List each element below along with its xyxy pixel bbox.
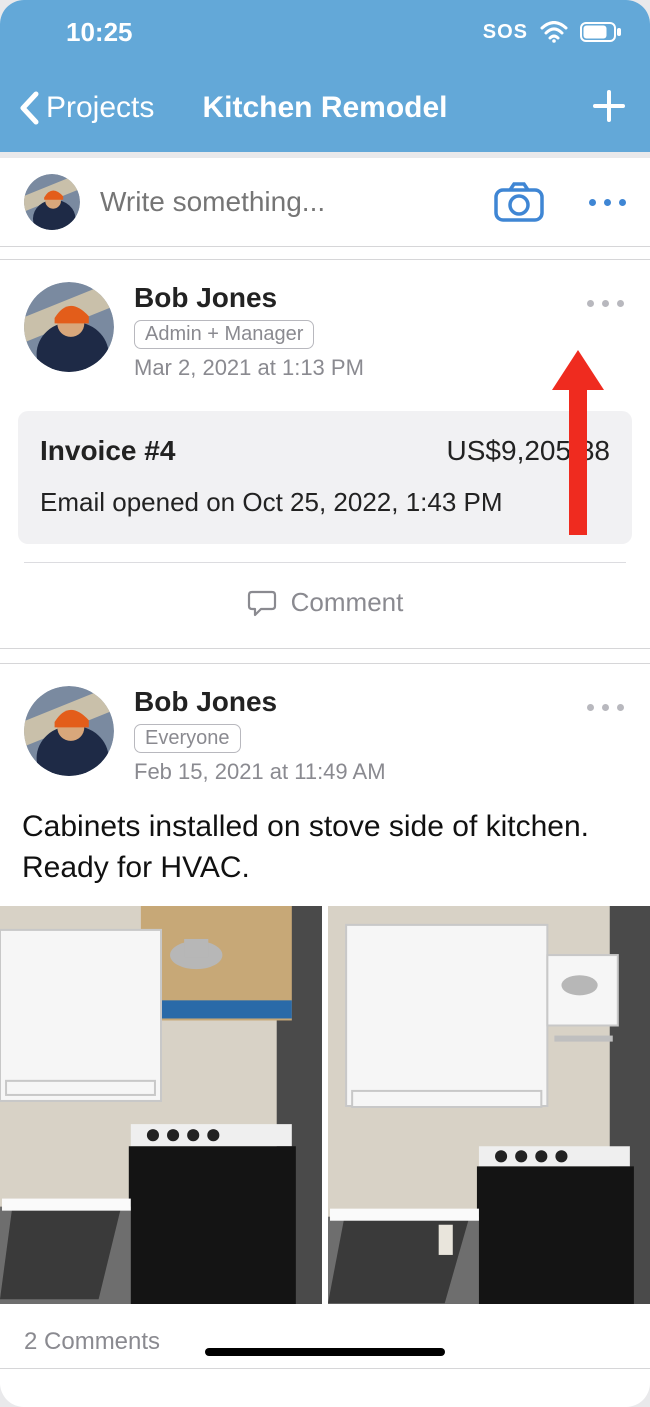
back-button[interactable]: Projects bbox=[18, 91, 154, 125]
post-header: Bob Jones Admin + Manager Mar 2, 2021 at… bbox=[0, 260, 650, 395]
avatar[interactable] bbox=[24, 686, 114, 776]
post-photo[interactable] bbox=[0, 906, 322, 1304]
back-label: Projects bbox=[46, 91, 154, 125]
post-more-button[interactable] bbox=[587, 300, 624, 307]
post-body-text: Cabinets installed on stove side of kitc… bbox=[0, 799, 650, 906]
camera-icon[interactable] bbox=[493, 181, 545, 223]
role-badge: Admin + Manager bbox=[134, 320, 314, 349]
avatar[interactable] bbox=[24, 282, 114, 372]
post-more-button[interactable] bbox=[587, 704, 624, 711]
invoice-status: Email opened on Oct 25, 2022, 1:43 PM bbox=[40, 487, 610, 518]
comment-button[interactable]: Comment bbox=[0, 563, 650, 648]
author-name[interactable]: Bob Jones bbox=[134, 282, 364, 314]
comment-icon bbox=[247, 589, 277, 617]
role-badge: Everyone bbox=[134, 724, 241, 753]
add-button[interactable] bbox=[592, 89, 626, 128]
post-timestamp: Mar 2, 2021 at 1:13 PM bbox=[134, 355, 364, 381]
photo-grid bbox=[0, 906, 650, 1304]
composer-more-button[interactable] bbox=[589, 199, 626, 206]
status-bar: 10:25 SOS bbox=[0, 0, 650, 64]
author-name[interactable]: Bob Jones bbox=[134, 686, 386, 718]
avatar[interactable] bbox=[24, 174, 80, 230]
battery-icon bbox=[580, 22, 622, 42]
status-right: SOS bbox=[483, 21, 622, 44]
chevron-left-icon bbox=[18, 91, 40, 125]
composer bbox=[0, 158, 650, 247]
post-footer: 2 Comments . bbox=[0, 1304, 650, 1368]
post-photo[interactable] bbox=[328, 906, 650, 1304]
invoice-card[interactable]: Invoice #4 US$9,205.88 Email opened on O… bbox=[18, 411, 632, 544]
wifi-icon bbox=[540, 21, 568, 43]
navigation-bar: Projects Kitchen Remodel bbox=[0, 64, 650, 152]
compose-input[interactable] bbox=[100, 186, 473, 218]
post: Bob Jones Admin + Manager Mar 2, 2021 at… bbox=[0, 259, 650, 649]
post-timestamp: Feb 15, 2021 at 11:49 AM bbox=[134, 759, 386, 785]
comments-count[interactable]: 2 Comments bbox=[24, 1328, 160, 1356]
comment-label: Comment bbox=[291, 587, 404, 618]
sos-indicator: SOS bbox=[483, 21, 528, 44]
status-time: 10:25 bbox=[66, 17, 133, 48]
post-header: Bob Jones Everyone Feb 15, 2021 at 11:49… bbox=[0, 664, 650, 799]
plus-icon bbox=[592, 89, 626, 123]
home-indicator[interactable] bbox=[205, 1348, 445, 1356]
invoice-amount: US$9,205.88 bbox=[447, 435, 610, 467]
post: Bob Jones Everyone Feb 15, 2021 at 11:49… bbox=[0, 663, 650, 1369]
invoice-title: Invoice #4 bbox=[40, 435, 175, 467]
